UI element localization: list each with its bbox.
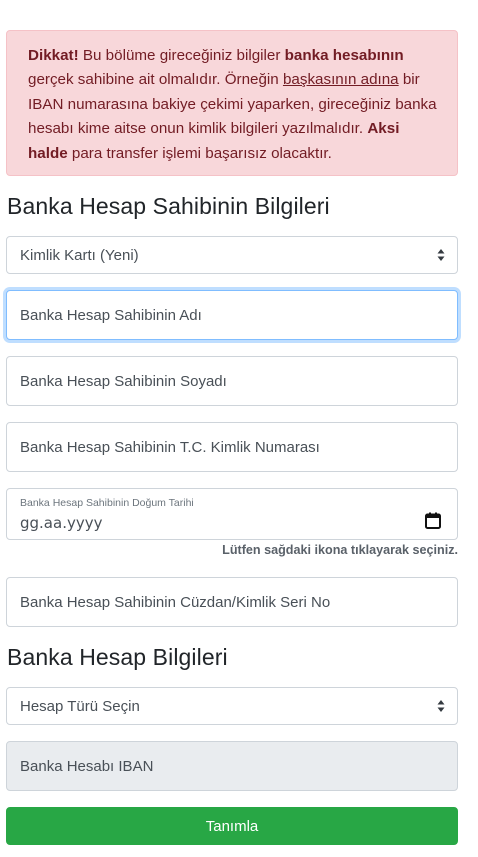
warning-alert: Dikkat! Bu bölüme gireceğiniz bilgiler b… (6, 30, 458, 176)
chevron-up-down-icon (437, 248, 445, 262)
alert-text: para transfer işlemi başarısız olacaktır… (67, 144, 332, 162)
tc-number-placeholder: Banka Hesap Sahibinin T.C. Kimlik Numara… (20, 438, 320, 456)
iban-input[interactable]: Banka Hesabı IBAN (6, 741, 458, 791)
calendar-icon[interactable] (425, 512, 441, 529)
alert-lead: Dikkat! (28, 47, 79, 64)
submit-button[interactable]: Tanımla (6, 807, 458, 845)
alert-text: gerçek sahibine ait olmalıdır. Örneğin (28, 71, 283, 89)
tc-number-input[interactable]: Banka Hesap Sahibinin T.C. Kimlik Numara… (6, 422, 458, 472)
last-name-input[interactable]: Banka Hesap Sahibinin Soyadı (6, 356, 458, 406)
alert-text: Bu bölüme gireceğiniz bilgiler (78, 47, 285, 64)
birth-date-field[interactable]: Banka Hesap Sahibinin Doğum Tarihi gg.aa… (6, 488, 458, 540)
id-serial-placeholder: Banka Hesap Sahibinin Cüzdan/Kimlik Seri… (20, 593, 331, 611)
birth-date-label: Banka Hesap Sahibinin Doğum Tarihi (20, 497, 194, 509)
chevron-up-down-icon (437, 699, 445, 713)
account-type-value: Hesap Türü Seçin (20, 697, 140, 715)
first-name-placeholder: Banka Hesap Sahibinin Adı (20, 306, 202, 324)
last-name-placeholder: Banka Hesap Sahibinin Soyadı (20, 372, 227, 390)
iban-placeholder: Banka Hesabı IBAN (20, 757, 154, 775)
birth-date-hint: Lütfen sağdaki ikona tıklayarak seçiniz. (222, 543, 458, 557)
first-name-input[interactable]: Banka Hesap Sahibinin Adı (6, 290, 458, 340)
submit-label: Tanımla (205, 817, 259, 835)
alert-bold-account: banka hesabının (284, 47, 404, 64)
id-type-select[interactable]: Kimlik Kartı (Yeni) (6, 236, 458, 274)
birth-date-value: gg.aa.yyyy (20, 514, 103, 532)
account-section-title: Banka Hesap Bilgileri (7, 644, 228, 670)
owner-section-title: Banka Hesap Sahibinin Bilgileri (7, 193, 330, 219)
id-serial-input[interactable]: Banka Hesap Sahibinin Cüzdan/Kimlik Seri… (6, 577, 458, 627)
alert-underline: başkasının adına (282, 71, 399, 89)
id-type-value: Kimlik Kartı (Yeni) (20, 246, 139, 264)
account-type-select[interactable]: Hesap Türü Seçin (6, 687, 458, 725)
